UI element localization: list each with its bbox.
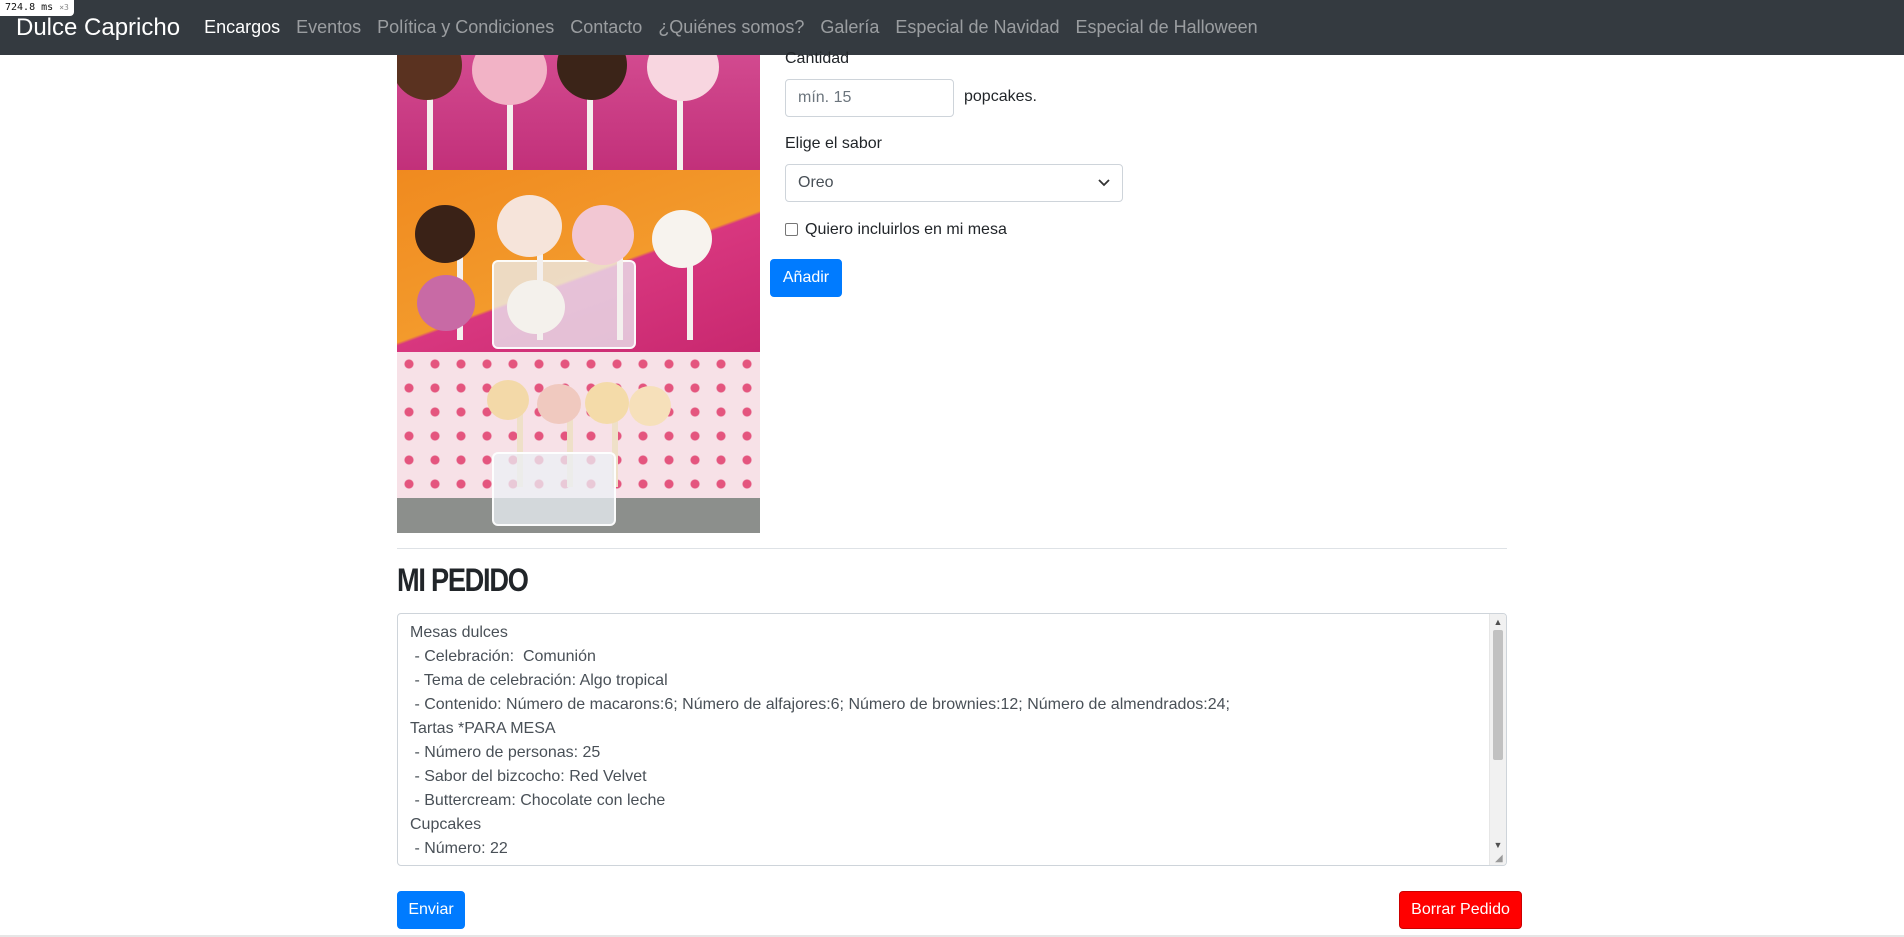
nav-politica[interactable]: Política y Condiciones bbox=[377, 17, 554, 38]
cakepops-photo-hearts bbox=[397, 352, 760, 533]
scroll-down-icon[interactable]: ▼ bbox=[1490, 837, 1506, 853]
order-title: MI PEDIDO bbox=[397, 562, 529, 598]
nav-contacto[interactable]: Contacto bbox=[570, 17, 642, 38]
order-line: - Buttercream: Chocolate con leche bbox=[410, 792, 666, 809]
order-line: - Sabor del bizcocho: Red Velvet bbox=[410, 768, 647, 785]
perf-overlay: 724.8 ms ×3 bbox=[0, 0, 74, 16]
include-table-label: Quiero incluirlos en mi mesa bbox=[805, 221, 1007, 238]
order-line: Tartas *PARA MESA bbox=[410, 720, 556, 737]
clear-order-button[interactable]: Borrar Pedido bbox=[1399, 891, 1522, 929]
section-divider bbox=[397, 548, 1507, 549]
flavor-label: Elige el sabor bbox=[785, 135, 882, 152]
order-line: - Celebración: Comunión bbox=[410, 648, 596, 665]
quantity-unit-label: popcakes. bbox=[964, 88, 1037, 105]
perf-unit: ms bbox=[41, 2, 54, 13]
quantity-input[interactable] bbox=[785, 79, 954, 117]
nav-navidad[interactable]: Especial de Navidad bbox=[895, 17, 1059, 38]
order-text: Mesas dulces - Celebración: Comunión - T… bbox=[410, 621, 1230, 861]
order-line: - Tema de celebración: Algo tropical bbox=[410, 672, 668, 689]
order-line: Mesas dulces bbox=[410, 624, 508, 641]
scroll-up-icon[interactable]: ▲ bbox=[1490, 614, 1506, 630]
top-navbar: Dulce Capricho Encargos Eventos Política… bbox=[0, 0, 1904, 55]
order-line: - Contenido: Número de macarons:6; Númer… bbox=[410, 696, 1230, 713]
send-button[interactable]: Enviar bbox=[397, 891, 465, 929]
include-table-checkbox[interactable] bbox=[785, 223, 798, 236]
nav-quienes-somos[interactable]: ¿Quiénes somos? bbox=[658, 17, 804, 38]
cakepops-photo-pink bbox=[397, 55, 760, 170]
flavor-selected-value: Oreo bbox=[798, 174, 834, 191]
resize-handle-icon[interactable]: ◢ bbox=[1495, 854, 1505, 864]
order-line: - Número: 22 bbox=[410, 840, 508, 857]
order-line: Cupcakes bbox=[410, 816, 482, 833]
nav-galeria[interactable]: Galería bbox=[820, 17, 879, 38]
order-textarea[interactable]: Mesas dulces - Celebración: Comunión - T… bbox=[397, 613, 1507, 866]
add-button[interactable]: Añadir bbox=[770, 259, 842, 297]
scroll-thumb[interactable] bbox=[1493, 630, 1503, 760]
perf-value: 724.8 bbox=[5, 2, 36, 13]
cakepops-photo-orange bbox=[397, 170, 760, 352]
order-line: - Número de personas: 25 bbox=[410, 744, 601, 761]
nav-halloween[interactable]: Especial de Halloween bbox=[1076, 17, 1258, 38]
flavor-select[interactable]: Oreo bbox=[785, 164, 1123, 202]
perf-multiplier: ×3 bbox=[59, 3, 69, 12]
order-scrollbar[interactable]: ▲ ▼ bbox=[1489, 614, 1506, 865]
brand-logo[interactable]: Dulce Capricho bbox=[16, 14, 180, 42]
chevron-down-icon bbox=[1098, 179, 1110, 187]
nav-encargos[interactable]: Encargos bbox=[204, 17, 280, 38]
quantity-label: Cantidad bbox=[785, 50, 850, 67]
nav-eventos[interactable]: Eventos bbox=[296, 17, 361, 38]
